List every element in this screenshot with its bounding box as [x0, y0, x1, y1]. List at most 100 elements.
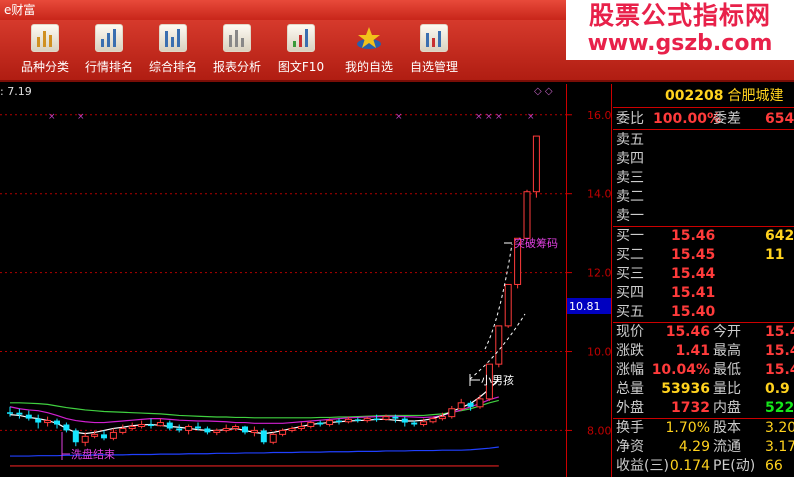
stat-label: 最低: [713, 362, 741, 378]
bid-level-row[interactable]: 买五 15.40: [613, 303, 794, 322]
stat-label: 涨跌: [616, 343, 644, 359]
stat-row[interactable]: 涨跌 1.41最高 15.4: [613, 342, 794, 361]
stat-label: 现价: [616, 324, 644, 340]
candle-body: [101, 434, 107, 439]
candle: [54, 418, 60, 429]
toolbar-manage-button[interactable]: 自选管理: [403, 24, 465, 80]
candle-body: [476, 398, 484, 408]
stat-value: 1732: [671, 400, 710, 416]
stat-value: 1.70%: [665, 420, 710, 436]
bid-book: 买一 15.46 6427 买二 15.45 11 买三 15.44 买四 15.41 买五 15.4…: [613, 227, 794, 323]
app-window: e财富 品种分类 行情排名 综合排名 报表分析 图文F10 我的自选 自选管理 …: [0, 0, 794, 477]
quote-header: 002208 合肥城建: [613, 84, 794, 108]
stat-label: PE(动): [713, 458, 756, 474]
candle-body: [532, 135, 540, 193]
stats-block: 现价 15.46今开 15.4 涨跌 1.41最高 15.4 涨幅 10.04%最低 15.4 总…: [613, 323, 794, 419]
candle-body: [195, 426, 201, 429]
ask-label: 卖三: [616, 170, 644, 186]
candle: [63, 422, 70, 433]
stat-row[interactable]: 现价 15.46今开 15.4: [613, 323, 794, 342]
toolbar-category-button[interactable]: 品种分类: [14, 24, 76, 80]
toolbar-report-button[interactable]: 报表分析: [206, 24, 268, 80]
candle-body: [363, 418, 371, 422]
bid-level-row[interactable]: 买四 15.41: [613, 284, 794, 303]
chart-corner-marks[interactable]: ◇ ◇: [534, 86, 553, 97]
candle-body: [420, 421, 428, 426]
f10-icon: [287, 24, 315, 52]
candle: [204, 426, 211, 435]
stat-value: 0.9: [765, 381, 790, 397]
commission-row: 委比 100.00% 委差 6540: [613, 108, 794, 130]
candle-body: [242, 426, 248, 433]
stat-row[interactable]: 涨幅 10.04%最低 15.4: [613, 361, 794, 380]
candle-body: [354, 419, 361, 421]
bid-price: 15.46: [671, 228, 716, 244]
bid-price: 15.41: [671, 285, 716, 301]
candle-body: [279, 429, 287, 435]
stat-value: 1.41: [675, 343, 710, 359]
candle: [16, 408, 23, 419]
candle-body: [166, 422, 173, 429]
candle: [532, 135, 540, 198]
ask-level-row[interactable]: 卖二: [613, 188, 794, 207]
candle: [297, 422, 305, 431]
candle-body: [250, 429, 258, 433]
bid-price: 15.44: [671, 266, 716, 282]
chart-value-label: : 7.19: [0, 85, 32, 98]
bid-level-row[interactable]: 买二 15.45 11: [613, 246, 794, 265]
stat-row[interactable]: 换手 1.70% 股本 3.20: [613, 419, 794, 438]
candle-body: [288, 427, 296, 431]
ask-book: 卖五卖四卖三卖二 卖一: [613, 130, 794, 227]
candle-body: [260, 430, 267, 443]
stat-label: 收益(三): [616, 458, 669, 474]
candle-body: [504, 283, 512, 327]
ask-level-row[interactable]: 卖一: [613, 207, 794, 226]
commission-diff-value: 6540: [765, 111, 794, 127]
toolbar-ranking-button[interactable]: 行情排名: [78, 24, 140, 80]
stat-row[interactable]: 净资 4.29 流通 3.17: [613, 438, 794, 457]
stat-row[interactable]: 收益(三) 0.174 PE(动) 66: [613, 457, 794, 476]
toolbar-label: 我的自选: [344, 60, 393, 74]
app-title: e财富: [4, 3, 36, 17]
candle: [119, 424, 127, 435]
ask-level-row[interactable]: 卖四: [613, 150, 794, 169]
watermark: 股票公式指标网 www.gszb.com: [566, 0, 794, 60]
stat-row[interactable]: 外盘 1732内盘 5220: [613, 399, 794, 418]
candle-body: [81, 435, 89, 443]
ask-label: 卖四: [616, 151, 644, 167]
candle: [523, 189, 531, 242]
toolbar-f10-button[interactable]: 图文F10: [270, 24, 332, 80]
toolbar-favorites-button[interactable]: 我的自选: [338, 24, 400, 80]
toolbar-label: 品种分类: [20, 60, 69, 74]
breakout-annotation: 突破筹码: [514, 236, 558, 250]
stat-value: 3.20: [765, 420, 794, 436]
ask-level-row[interactable]: 卖五: [613, 131, 794, 150]
candle-body: [382, 416, 390, 420]
ask-label: 卖五: [616, 132, 644, 148]
toolbar-composite-ranking-button[interactable]: 综合排名: [142, 24, 204, 80]
bid-level-row[interactable]: 买一 15.46 6427: [613, 227, 794, 246]
bid-volume: 6427: [765, 228, 794, 244]
stat-row[interactable]: 总量 53936 量比 0.9: [613, 380, 794, 399]
candle: [138, 420, 146, 429]
stat-label: 流通: [713, 439, 741, 455]
candle: [495, 325, 503, 368]
toolbar-label: 行情排名: [84, 60, 133, 74]
candle: [148, 418, 154, 429]
candle-body: [401, 418, 408, 423]
bid-level-row[interactable]: 买三 15.44: [613, 265, 794, 284]
candle-body: [119, 427, 127, 433]
toolbar-label: 报表分析: [212, 60, 261, 74]
bid-label: 买一: [616, 228, 644, 244]
kline-chart[interactable]: × × × × × × × 突破筹码 小男孩 洗盘结束 : 7.19 ◇ ◇: [0, 84, 566, 477]
candle: [476, 394, 484, 409]
ask-level-row[interactable]: 卖三: [613, 169, 794, 188]
candle: [448, 405, 456, 419]
candle-body: [307, 422, 315, 427]
ma-short-line: [9, 378, 500, 435]
stat-label: 涨幅: [616, 362, 644, 378]
candle-body: [109, 431, 117, 439]
report-icon: [223, 24, 251, 52]
ask-label: 卖一: [616, 208, 644, 224]
stock-name: 合肥城建: [727, 88, 784, 104]
